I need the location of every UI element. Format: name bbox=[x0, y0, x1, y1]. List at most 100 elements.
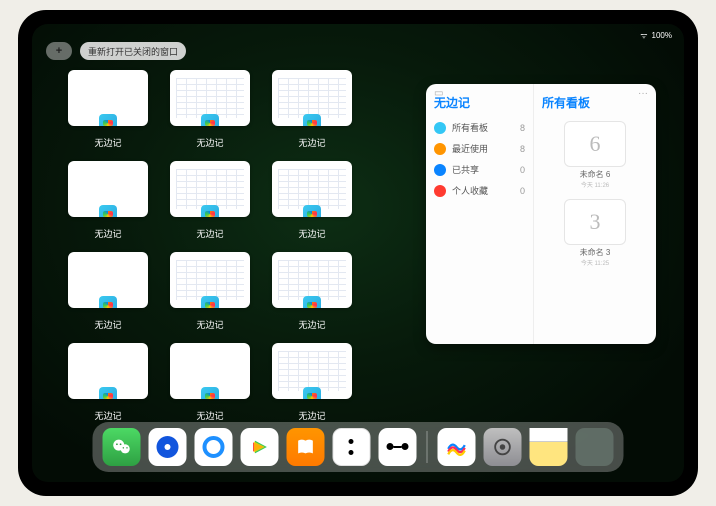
window-thumbnail[interactable]: 无边记 bbox=[272, 161, 352, 240]
window-label: 无边记 bbox=[94, 136, 121, 149]
category-label: 个人收藏 bbox=[452, 184, 488, 197]
window-label: 无边记 bbox=[298, 409, 325, 422]
category-icon bbox=[434, 122, 446, 134]
window-label: 无边记 bbox=[298, 318, 325, 331]
freeform-app-icon bbox=[201, 387, 219, 399]
window-preview bbox=[272, 252, 352, 308]
plus-icon: + bbox=[56, 45, 62, 57]
window-thumbnail[interactable]: 无边记 bbox=[170, 343, 250, 422]
board-label: 未命名 6 bbox=[542, 169, 648, 180]
reopen-closed-window-button[interactable]: 重新打开已关闭的窗口 bbox=[80, 42, 186, 60]
freeform-app-icon bbox=[201, 114, 219, 126]
freeform-split-panel[interactable]: ▭ ··· 无边记 所有看板8最近使用8已共享0个人收藏0 所有看板 6未命名 … bbox=[426, 84, 656, 344]
recent-apps-icon[interactable] bbox=[576, 428, 614, 466]
category-row[interactable]: 已共享 0 bbox=[434, 163, 525, 176]
freeform-app-icon bbox=[303, 114, 321, 126]
freeform-app-icon bbox=[99, 114, 117, 126]
category-count: 0 bbox=[520, 186, 525, 196]
board-timestamp: 今天 11:26 bbox=[542, 180, 648, 189]
window-preview bbox=[68, 161, 148, 217]
window-preview bbox=[170, 343, 250, 399]
category-icon bbox=[434, 143, 446, 155]
board-label: 未命名 3 bbox=[542, 247, 648, 258]
window-label: 无边记 bbox=[94, 409, 121, 422]
freeform-app-icon bbox=[201, 205, 219, 217]
board-item[interactable]: 3 未命名 3今天 11:25 bbox=[542, 199, 648, 267]
more-icon[interactable]: ··· bbox=[638, 88, 648, 99]
category-count: 8 bbox=[520, 144, 525, 154]
window-preview bbox=[68, 252, 148, 308]
window-toolbar: + 重新打开已关闭的窗口 bbox=[46, 42, 186, 60]
status-bar: ᯤ 100% bbox=[32, 28, 684, 42]
window-thumbnail[interactable]: 无边记 bbox=[68, 252, 148, 331]
freeform-app-icon bbox=[303, 296, 321, 308]
battery-label: 100% bbox=[652, 31, 672, 40]
window-label: 无边记 bbox=[196, 227, 223, 240]
dock-separator bbox=[427, 431, 428, 463]
notes-icon[interactable] bbox=[530, 428, 568, 466]
window-label: 无边记 bbox=[298, 227, 325, 240]
board-item[interactable]: 6 未命名 6今天 11:26 bbox=[542, 121, 648, 189]
window-thumbnail[interactable]: 无边记 bbox=[272, 343, 352, 422]
category-label: 所有看板 bbox=[452, 121, 488, 134]
category-count: 8 bbox=[520, 123, 525, 133]
video-icon[interactable] bbox=[241, 428, 279, 466]
freeform-app-icon bbox=[303, 205, 321, 217]
freeform-app-icon bbox=[99, 387, 117, 399]
reopen-label: 重新打开已关闭的窗口 bbox=[88, 45, 178, 58]
category-icon bbox=[434, 185, 446, 197]
panel-sidebar: 无边记 所有看板8最近使用8已共享0个人收藏0 bbox=[426, 84, 534, 344]
freeform-icon[interactable] bbox=[438, 428, 476, 466]
window-thumbnail[interactable]: 无边记 bbox=[68, 161, 148, 240]
window-thumbnail[interactable]: 无边记 bbox=[68, 343, 148, 422]
category-label: 最近使用 bbox=[452, 142, 488, 155]
board-thumbnail: 3 bbox=[564, 199, 626, 245]
screen: ᯤ 100% + 重新打开已关闭的窗口 无边记无边记无边记无边记无边记无边记无边… bbox=[32, 24, 684, 482]
window-label: 无边记 bbox=[196, 136, 223, 149]
category-label: 已共享 bbox=[452, 163, 479, 176]
window-preview bbox=[170, 161, 250, 217]
window-thumbnail[interactable]: 无边记 bbox=[170, 70, 250, 149]
browser-icon[interactable] bbox=[195, 428, 233, 466]
window-preview bbox=[170, 70, 250, 126]
sidebar-toggle-icon[interactable]: ▭ bbox=[434, 88, 443, 99]
window-label: 无边记 bbox=[298, 136, 325, 149]
window-label: 无边记 bbox=[94, 318, 121, 331]
panel-board-list: 所有看板 6未命名 6今天 11:263未命名 3今天 11:25 bbox=[534, 84, 656, 344]
category-count: 0 bbox=[520, 165, 525, 175]
dice-icon[interactable] bbox=[333, 428, 371, 466]
freeform-app-icon bbox=[99, 296, 117, 308]
window-preview bbox=[272, 343, 352, 399]
window-thumbnail[interactable]: 无边记 bbox=[170, 252, 250, 331]
window-label: 无边记 bbox=[94, 227, 121, 240]
new-window-button[interactable]: + bbox=[46, 42, 72, 60]
wechat-icon[interactable] bbox=[103, 428, 141, 466]
window-preview bbox=[272, 161, 352, 217]
window-label: 无边记 bbox=[196, 318, 223, 331]
category-row[interactable]: 所有看板 8 bbox=[434, 121, 525, 134]
board-thumbnail: 6 bbox=[564, 121, 626, 167]
category-row[interactable]: 最近使用 8 bbox=[434, 142, 525, 155]
freeform-app-icon bbox=[303, 387, 321, 399]
wifi-icon: ᯤ bbox=[640, 30, 647, 41]
graph-icon[interactable] bbox=[379, 428, 417, 466]
window-thumbnail[interactable]: 无边记 bbox=[170, 161, 250, 240]
window-preview bbox=[68, 343, 148, 399]
category-icon bbox=[434, 164, 446, 176]
category-row[interactable]: 个人收藏 0 bbox=[434, 184, 525, 197]
window-preview bbox=[272, 70, 352, 126]
ipad-frame: ᯤ 100% + 重新打开已关闭的窗口 无边记无边记无边记无边记无边记无边记无边… bbox=[18, 10, 698, 496]
settings-icon[interactable] bbox=[484, 428, 522, 466]
freeform-app-icon bbox=[99, 205, 117, 217]
quark-icon[interactable] bbox=[149, 428, 187, 466]
window-preview bbox=[68, 70, 148, 126]
window-thumbnail[interactable]: 无边记 bbox=[68, 70, 148, 149]
window-preview bbox=[170, 252, 250, 308]
board-timestamp: 今天 11:25 bbox=[542, 258, 648, 267]
books-icon[interactable] bbox=[287, 428, 325, 466]
window-thumbnail[interactable]: 无边记 bbox=[272, 70, 352, 149]
window-thumbnail[interactable]: 无边记 bbox=[272, 252, 352, 331]
dock bbox=[93, 422, 624, 472]
app-windows-grid: 无边记无边记无边记无边记无边记无边记无边记无边记无边记无边记无边记无边记 bbox=[68, 70, 454, 422]
window-label: 无边记 bbox=[196, 409, 223, 422]
